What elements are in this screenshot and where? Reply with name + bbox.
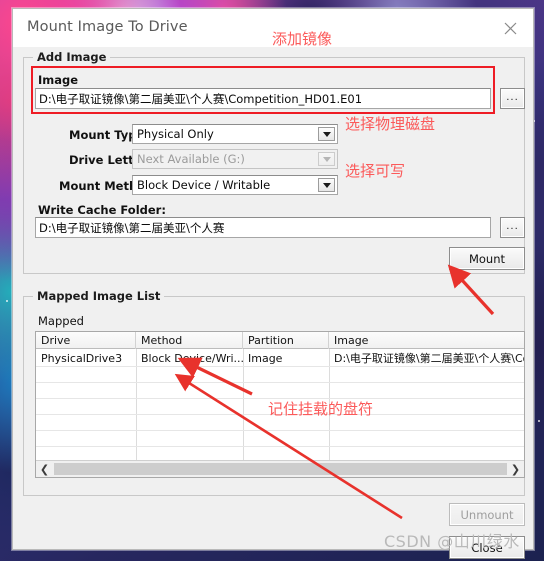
column-header-drive[interactable]: Drive bbox=[36, 332, 136, 349]
image-browse-button[interactable]: ... bbox=[500, 88, 525, 109]
table-header-row: Drive Method Partition Image bbox=[36, 332, 524, 349]
unmount-button[interactable]: Unmount bbox=[449, 503, 525, 526]
row-divider bbox=[36, 382, 524, 383]
image-path-input[interactable]: D:\电子取证镜像\第二届美亚\个人赛\Competition_HD01.E01 bbox=[35, 88, 491, 109]
chevron-right-icon[interactable]: ❯ bbox=[507, 461, 524, 477]
mount-method-value: Block Device / Writable bbox=[137, 178, 271, 192]
row-divider bbox=[36, 430, 524, 431]
annotation-remember-drive-letter: 记住挂载的盘符 bbox=[268, 400, 374, 418]
chevron-down-icon[interactable] bbox=[318, 178, 335, 192]
write-cache-browse-button[interactable]: ... bbox=[500, 217, 525, 238]
column-header-partition[interactable]: Partition bbox=[243, 332, 329, 349]
annotation-select-physical-disk: 选择物理磁盘 bbox=[345, 115, 436, 133]
horizontal-scrollbar[interactable]: ❮ ❯ bbox=[36, 460, 524, 477]
column-header-method[interactable]: Method bbox=[136, 332, 243, 349]
wallpaper-sparkle bbox=[538, 420, 540, 422]
row-divider bbox=[36, 366, 524, 367]
cell-drive[interactable]: PhysicalDrive3 bbox=[36, 350, 136, 366]
dialog-title: Mount Image To Drive bbox=[27, 19, 188, 35]
image-label: Image bbox=[38, 73, 79, 87]
drive-letter-select[interactable]: Next Available (G:) bbox=[132, 149, 338, 169]
write-cache-label: Write Cache Folder: bbox=[38, 203, 166, 217]
column-header-image[interactable]: Image bbox=[329, 332, 524, 349]
watermark: CSDN @山川绿水 bbox=[384, 532, 520, 551]
write-cache-input[interactable]: D:\电子取证镜像\第二届美亚\个人赛 bbox=[35, 217, 491, 238]
annotation-add-image: 添加镜像 bbox=[272, 30, 333, 48]
wallpaper-sparkle bbox=[6, 300, 8, 302]
mapped-label: Mapped bbox=[38, 314, 84, 328]
screen: Mount Image To Drive Add Image Image D:\… bbox=[0, 0, 544, 561]
chevron-down-icon bbox=[318, 152, 335, 166]
chevron-down-icon[interactable] bbox=[318, 127, 335, 141]
annotation-select-writable: 选择可写 bbox=[345, 162, 406, 180]
scrollbar-thumb[interactable] bbox=[54, 463, 509, 475]
mapped-image-list-legend: Mapped Image List bbox=[33, 289, 165, 303]
add-image-group-legend: Add Image bbox=[33, 50, 111, 64]
row-divider bbox=[36, 446, 524, 447]
close-icon[interactable] bbox=[495, 15, 525, 41]
cell-method[interactable]: Block Device/Wri... bbox=[136, 350, 243, 366]
mount-method-select[interactable]: Block Device / Writable bbox=[132, 175, 338, 195]
cell-partition[interactable]: Image bbox=[243, 350, 329, 366]
mount-button[interactable]: Mount bbox=[449, 247, 525, 270]
cell-image[interactable]: D:\电子取证镜像\第二届美亚\个人赛\Comp.. bbox=[329, 350, 524, 366]
drive-letter-value: Next Available (G:) bbox=[137, 152, 245, 166]
mount-type-select[interactable]: Physical Only bbox=[132, 124, 338, 144]
mount-type-value: Physical Only bbox=[137, 127, 214, 141]
chevron-left-icon[interactable]: ❮ bbox=[36, 461, 53, 477]
mount-image-dialog: Mount Image To Drive Add Image Image D:\… bbox=[12, 8, 534, 559]
